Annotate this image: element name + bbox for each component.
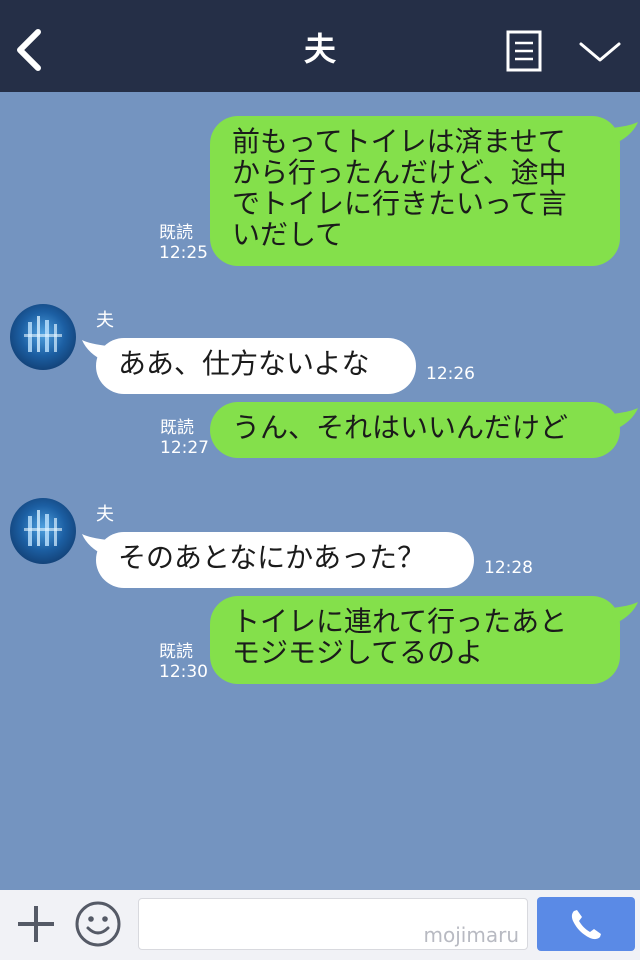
read-receipt: 既読 [159, 642, 193, 662]
message-meta: 既読 12:27 [160, 418, 209, 458]
message-meta: 既読 12:25 [159, 223, 208, 263]
read-receipt: 既読 [159, 223, 193, 243]
chat-header: 夫 [0, 0, 640, 92]
sender-name: 夫 [96, 504, 114, 525]
plus-icon[interactable] [14, 902, 58, 946]
call-button[interactable] [537, 897, 635, 951]
message-meta: 既読 12:30 [159, 642, 208, 682]
smiley-icon[interactable] [74, 900, 122, 948]
phone-icon [571, 910, 601, 940]
message-time: 12:27 [160, 438, 209, 458]
bubble-tail [612, 602, 638, 624]
message-bubble-outgoing[interactable]: 前もってトイレは済ませて から行ったんだけど、途中 でトイレに行きたいって言 い… [210, 116, 620, 266]
message-bubble-outgoing[interactable]: トイレに連れて行ったあと モジモジしてるのよ [210, 596, 620, 684]
message-time: 12:28 [484, 558, 533, 578]
message-time: 12:30 [159, 662, 208, 682]
message-bubble-outgoing[interactable]: うん、それはいいんだけど [210, 402, 620, 458]
message-bubble-incoming[interactable]: ああ、仕方ないよな [96, 338, 416, 394]
chevron-down-icon[interactable] [578, 38, 622, 66]
message-time: 12:26 [426, 364, 475, 384]
bubble-tail [612, 408, 638, 430]
bubble-tail [612, 122, 638, 144]
watermark-text: mojimaru [423, 923, 519, 947]
notes-icon[interactable] [506, 30, 542, 72]
chat-area[interactable]: 前もってトイレは済ませて から行ったんだけど、途中 でトイレに行きたいって言 い… [0, 92, 640, 890]
avatar[interactable] [10, 304, 76, 370]
message-input[interactable]: mojimaru [138, 898, 528, 950]
read-receipt: 既読 [160, 418, 194, 438]
message-bubble-incoming[interactable]: そのあとなにかあった？ [96, 532, 474, 588]
avatar-image [24, 510, 62, 546]
chat-title: 夫 [303, 30, 336, 68]
message-time: 12:25 [159, 243, 208, 263]
avatar-image [24, 316, 62, 352]
sender-name: 夫 [96, 310, 114, 331]
avatar[interactable] [10, 498, 76, 564]
